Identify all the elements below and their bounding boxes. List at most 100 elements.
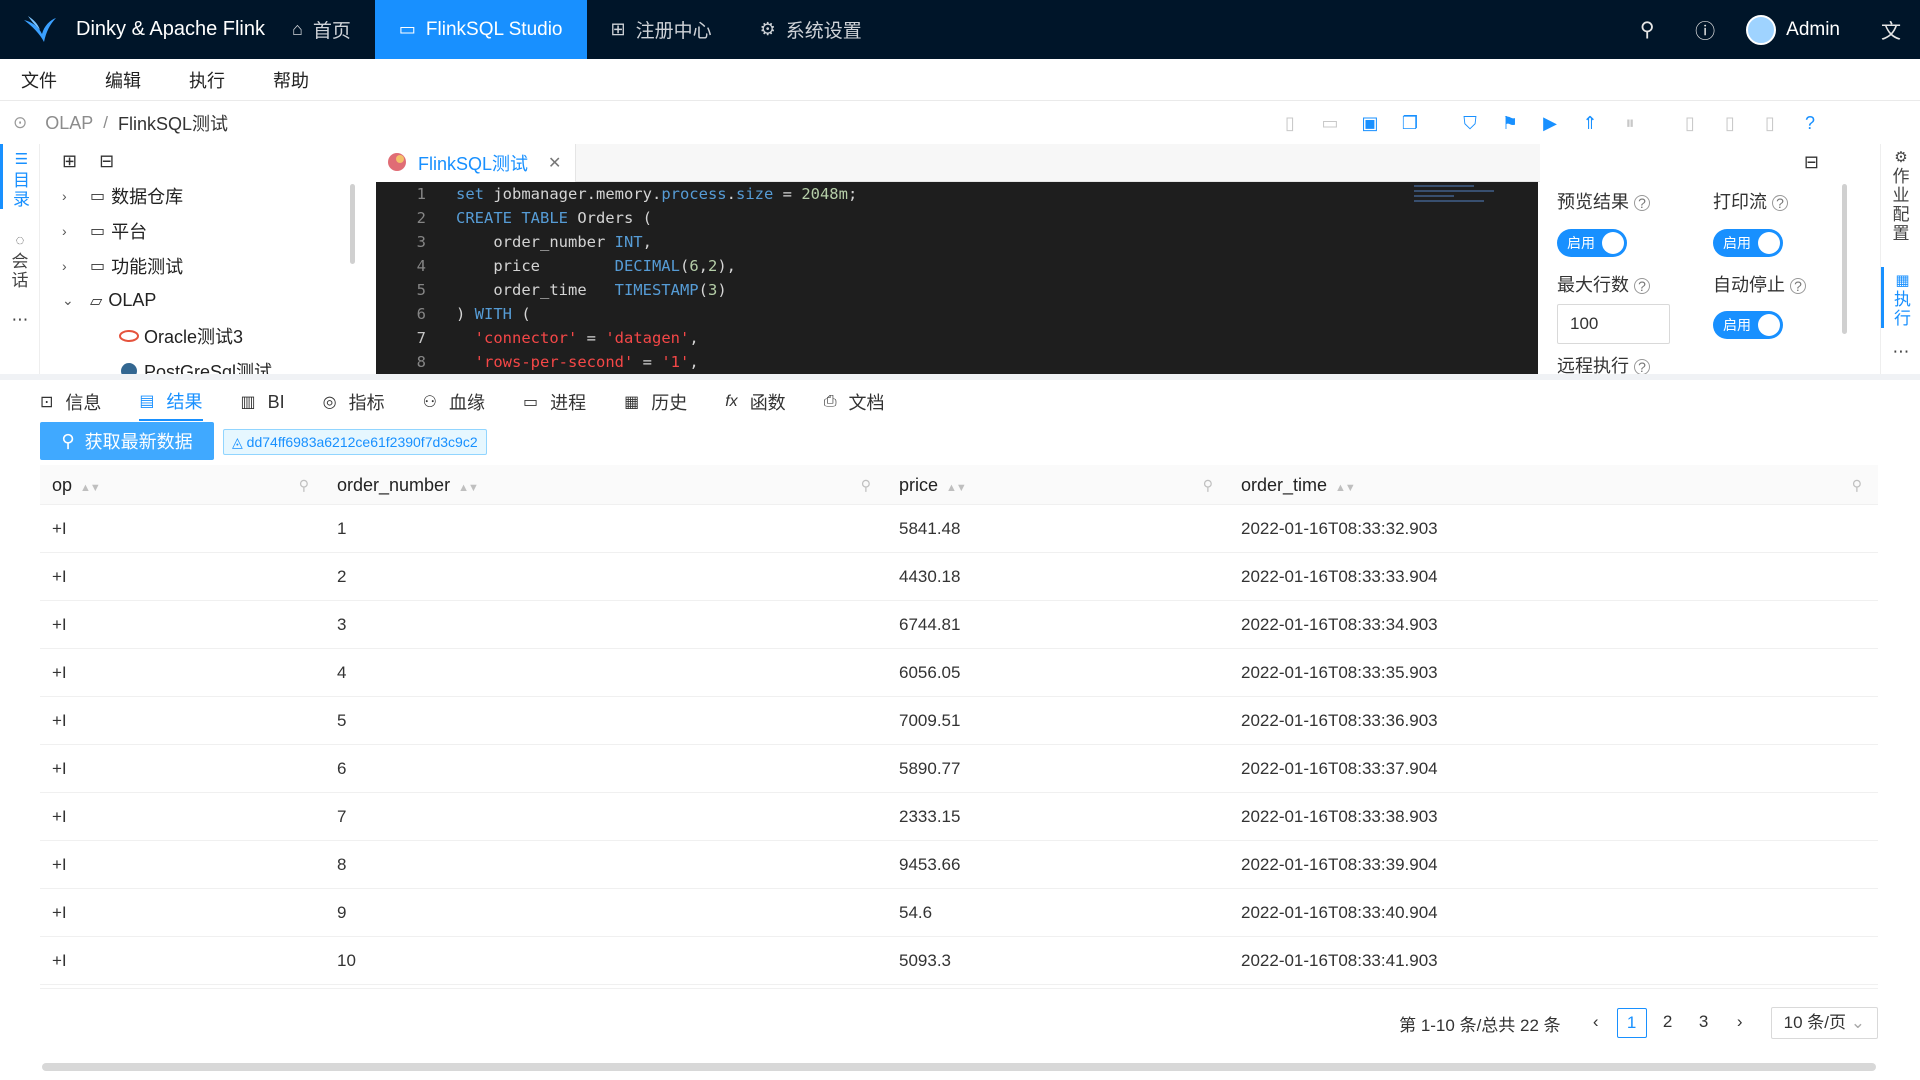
table-row[interactable]: +I 4 6056.05 2022-01-16T08:33:35.903: [40, 649, 1878, 697]
nav-registry[interactable]: ⊞ 注册中心: [587, 0, 736, 59]
search-icon[interactable]: ⚲: [299, 465, 309, 505]
page-1[interactable]: 1: [1616, 1008, 1647, 1038]
sort-icon[interactable]: ▲▼: [80, 482, 101, 494]
open-folder-icon[interactable]: ▭: [1310, 113, 1350, 134]
more-icon[interactable]: ⋯: [0, 304, 40, 329]
duplicate-icon[interactable]: ▯: [1710, 113, 1750, 134]
menu-run[interactable]: 执行: [189, 67, 225, 93]
tree-node-oracle[interactable]: Oracle测试3: [40, 318, 365, 353]
tree-node-olap[interactable]: ⌄ ▱ OLAP: [40, 283, 365, 318]
table-row[interactable]: +I 3 6744.81 2022-01-16T08:33:34.903: [40, 601, 1878, 649]
tree-node-postgresql[interactable]: PostGreSql测试: [40, 353, 365, 374]
collapse-all-icon[interactable]: ⊟: [99, 151, 114, 172]
search-icon[interactable]: ⚲: [1852, 465, 1862, 505]
table-horizontal-scrollbar[interactable]: [42, 1063, 1876, 1071]
panel-divider[interactable]: [0, 374, 1920, 380]
table-row[interactable]: +I 8 9453.66 2022-01-16T08:33:39.904: [40, 841, 1878, 889]
language-icon[interactable]: 文: [1862, 15, 1920, 44]
table-row[interactable]: +I 7 2333.15 2022-01-16T08:33:38.903: [40, 793, 1878, 841]
table-row[interactable]: +I 5 7009.51 2022-01-16T08:33:36.903: [40, 697, 1878, 745]
fetch-latest-button[interactable]: ⚲ 获取最新数据: [40, 422, 214, 460]
nav-flinksql-studio[interactable]: ▭ FlinkSQL Studio: [374, 0, 587, 59]
user-menu[interactable]: Admin: [1734, 14, 1862, 45]
config-scrollbar[interactable]: [1842, 184, 1847, 334]
check-icon[interactable]: ⛉: [1450, 113, 1490, 134]
column-header-order-time[interactable]: order_time ▲▼ ⚲: [1229, 465, 1878, 505]
search-icon[interactable]: ⚲: [1203, 465, 1213, 505]
menu-help[interactable]: 帮助: [273, 67, 309, 93]
cell-price: 5093.3: [899, 950, 951, 970]
page-2[interactable]: 2: [1653, 1008, 1683, 1038]
search-icon[interactable]: ⚲: [1618, 17, 1676, 42]
table-row[interactable]: +I 2 4430.18 2022-01-16T08:33:33.904: [40, 553, 1878, 601]
clipboard-icon[interactable]: ▯: [1670, 113, 1710, 134]
sort-icon[interactable]: ▲▼: [1335, 482, 1356, 494]
question-icon[interactable]: ?: [1790, 113, 1830, 134]
page-3[interactable]: 3: [1689, 1008, 1719, 1038]
save-icon[interactable]: ▣: [1350, 113, 1390, 134]
tree-node-label: OLAP: [108, 290, 157, 310]
menu-file[interactable]: 文件: [21, 67, 57, 93]
new-folder-icon[interactable]: ⊞: [62, 151, 77, 172]
copy-icon[interactable]: ❐: [1390, 113, 1430, 134]
sort-icon[interactable]: ▲▼: [946, 482, 967, 494]
sort-icon[interactable]: ▲▼: [458, 482, 479, 494]
prev-page-icon[interactable]: ‹: [1581, 1008, 1611, 1038]
new-file-icon[interactable]: ▯: [1270, 113, 1310, 134]
column-header-op[interactable]: op ▲▼ ⚲: [40, 465, 325, 505]
editor-tab[interactable]: FlinkSQL测试 ✕: [372, 144, 577, 182]
pause-icon[interactable]: ⏸: [1610, 113, 1650, 134]
tab-process[interactable]: ▭ 进程: [523, 383, 604, 421]
print-stream-switch[interactable]: 启用: [1713, 229, 1783, 257]
tab-docs[interactable]: ⎙ 文档: [824, 383, 903, 421]
flag-icon[interactable]: ⚑: [1490, 113, 1530, 134]
delete-icon[interactable]: ▯: [1750, 113, 1790, 134]
tab-bi[interactable]: ▥ BI: [241, 383, 303, 421]
breadcrumb-olap[interactable]: OLAP: [45, 113, 93, 134]
rocket-icon[interactable]: ⇑: [1570, 113, 1610, 134]
more-icon[interactable]: ⋯: [1881, 338, 1920, 361]
tab-job-config[interactable]: ⚙ 作业配置: [1881, 144, 1920, 243]
search-icon[interactable]: ⚲: [861, 465, 871, 505]
column-header-order-number[interactable]: order_number ▲▼ ⚲: [325, 465, 887, 505]
tab-info[interactable]: ⊡ 信息: [40, 383, 119, 421]
chevron-right-icon[interactable]: ›: [62, 258, 78, 274]
tab-history[interactable]: ▦ 历史: [624, 383, 705, 421]
tree-scrollbar[interactable]: [350, 184, 355, 264]
auto-stop-switch[interactable]: 启用: [1713, 311, 1783, 339]
minimize-icon[interactable]: ⊟: [1804, 152, 1819, 173]
tab-result[interactable]: ▤ 结果: [139, 383, 203, 421]
play-icon[interactable]: ▶: [1530, 113, 1570, 134]
tree-node-function-test[interactable]: › ▭ 功能测试: [40, 248, 365, 283]
tab-job-config-label: 作业配置: [1892, 167, 1910, 243]
help-icon[interactable]: ⓘ: [1676, 15, 1734, 44]
code-area[interactable]: 1 set jobmanager.memory.process.size = 20…: [376, 182, 1538, 374]
table-row[interactable]: +I 9 54.6 2022-01-16T08:33:40.904: [40, 889, 1878, 937]
next-page-icon[interactable]: ›: [1725, 1008, 1755, 1038]
close-icon[interactable]: ✕: [548, 153, 561, 173]
max-rows-input[interactable]: 100: [1557, 304, 1670, 344]
column-header-price[interactable]: price ▲▼ ⚲: [887, 465, 1229, 505]
nav-home[interactable]: ⌂ 首页: [268, 0, 375, 59]
tab-lineage[interactable]: ⚇ 血缘: [423, 383, 503, 421]
job-id-text: dd74ff6983a6212ce61f2390f7d3c9c2: [246, 434, 478, 450]
tab-execute[interactable]: ▦ 执行: [1881, 267, 1920, 328]
page-size-select[interactable]: 10 条/页 ⌄: [1770, 1007, 1878, 1039]
tab-functions[interactable]: fx 函数: [725, 383, 803, 421]
tab-metrics[interactable]: ◎ 指标: [323, 383, 403, 421]
table-row[interactable]: +I 1 5841.48 2022-01-16T08:33:32.903: [40, 505, 1878, 553]
app-logo[interactable]: Dinky & Apache Flink: [0, 0, 268, 59]
table-row[interactable]: +I 10 5093.3 2022-01-16T08:33:41.903: [40, 937, 1878, 985]
tree-node-warehouse[interactable]: › ▭ 数据仓库: [40, 178, 365, 213]
tab-session[interactable]: ◌ 会话: [0, 225, 40, 290]
code-minimap[interactable]: [1414, 182, 1524, 232]
chevron-right-icon[interactable]: ›: [62, 188, 78, 204]
menu-edit[interactable]: 编辑: [105, 67, 141, 93]
tab-directory[interactable]: ☰ 目录: [0, 144, 40, 209]
chevron-right-icon[interactable]: ›: [62, 223, 78, 239]
nav-settings[interactable]: ⚙ 系统设置: [736, 0, 886, 59]
preview-result-switch[interactable]: 启用: [1557, 229, 1627, 257]
chevron-down-icon[interactable]: ⌄: [62, 292, 78, 309]
table-row[interactable]: +I 6 5890.77 2022-01-16T08:33:37.904: [40, 745, 1878, 793]
tree-node-platform[interactable]: › ▭ 平台: [40, 213, 365, 248]
